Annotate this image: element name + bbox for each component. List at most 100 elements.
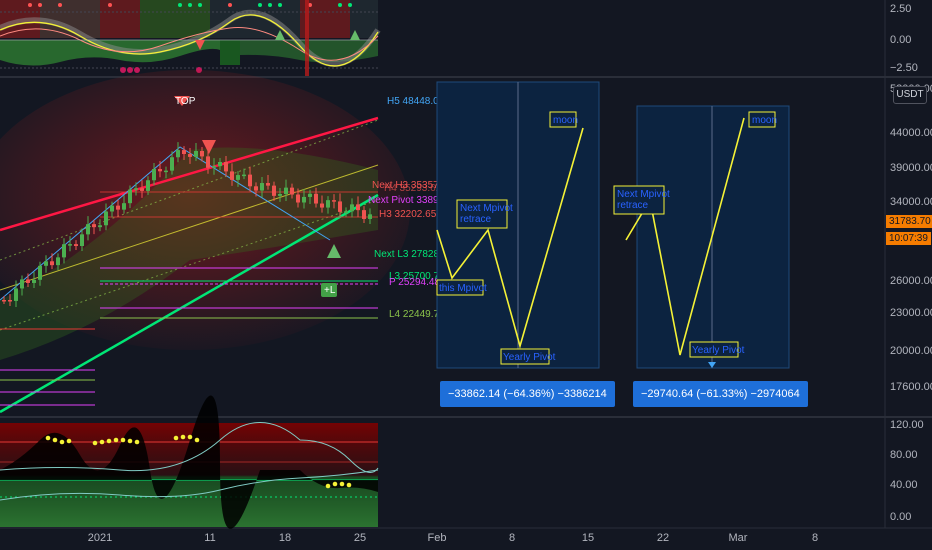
time-axis-tick: Feb bbox=[428, 532, 447, 544]
p2-moon-label: moon bbox=[752, 115, 777, 126]
candle-body bbox=[332, 200, 336, 202]
price-axis-tick: 23000.00 bbox=[890, 307, 932, 319]
candle-body bbox=[26, 279, 30, 283]
time-axis-tick: 11 bbox=[204, 532, 215, 544]
main-pane: TOP +L H5 48448.01 Next H3 35357.24 H4 3… bbox=[0, 70, 790, 414]
buy-marker-label: +L bbox=[324, 285, 336, 296]
projection1-measure-badge[interactable]: −33862.14 (−64.36%) −3386214 bbox=[440, 381, 615, 407]
candle-body bbox=[272, 185, 276, 196]
candle-body bbox=[116, 205, 120, 210]
candle-body bbox=[182, 150, 186, 155]
price-axis-tick: 20000.00 bbox=[890, 345, 932, 357]
projection-box-2[interactable]: moon Next Mpivot retrace Yearly Pivot bbox=[613, 105, 790, 369]
time-axis-tick: 18 bbox=[279, 532, 291, 544]
current-price-tag: 31783.70 bbox=[886, 215, 932, 228]
p1-yearly-pivot-label: Yearly Pivot bbox=[503, 352, 556, 363]
candle-body bbox=[236, 175, 240, 180]
bottom-axis-tick: 0.00 bbox=[890, 511, 911, 523]
projection-box-1[interactable]: moon Next Mpivot retrace this Mpivot Yea… bbox=[436, 81, 600, 369]
candle-body bbox=[104, 211, 108, 226]
p2-next-mpivot-line2: retrace bbox=[617, 200, 649, 211]
candle-body bbox=[254, 186, 258, 191]
candle-body bbox=[212, 166, 216, 168]
candle-body bbox=[38, 265, 42, 280]
candle-body bbox=[290, 187, 294, 195]
candle-body bbox=[68, 244, 72, 246]
candle-body bbox=[350, 204, 354, 212]
top-axis-tick: 0.00 bbox=[890, 34, 911, 46]
candle-body bbox=[86, 224, 90, 235]
top-oscillator-pane bbox=[0, 0, 381, 76]
candle-body bbox=[326, 200, 330, 208]
candle-body bbox=[80, 234, 84, 246]
bottom-axis-tick: 80.00 bbox=[890, 449, 918, 461]
candle-body bbox=[92, 224, 96, 228]
candle-body bbox=[158, 169, 162, 172]
p1-this-mpivot-label: this Mpivot bbox=[439, 283, 487, 294]
candle-body bbox=[140, 188, 144, 191]
candle-body bbox=[152, 169, 156, 181]
candle-body bbox=[8, 300, 12, 302]
candle-body bbox=[218, 162, 222, 167]
candle-body bbox=[14, 288, 18, 301]
candle-body bbox=[308, 193, 312, 197]
bottom-oscillator-pane bbox=[0, 395, 379, 529]
p1-next-mpivot-line1: Next Mpivot bbox=[460, 203, 513, 214]
candle-body bbox=[170, 157, 174, 171]
candle-body bbox=[278, 193, 282, 196]
projection2-measure-badge[interactable]: −29740.64 (−61.33%) −2974064 bbox=[633, 381, 808, 407]
price-axis-tick: 39000.00 bbox=[890, 162, 932, 174]
candle-body bbox=[44, 261, 48, 266]
candle-body bbox=[266, 183, 270, 186]
p2-yearly-pivot-label: Yearly Pivot bbox=[692, 345, 745, 356]
candle-body bbox=[206, 156, 210, 168]
candle-body bbox=[50, 261, 54, 266]
level-h3: H3 32202.65 bbox=[379, 209, 437, 220]
candle-body bbox=[74, 244, 78, 246]
candle-body bbox=[230, 171, 234, 180]
time-axis-tick: 15 bbox=[582, 532, 594, 544]
candle-body bbox=[32, 279, 36, 283]
level-h5: H5 48448.01 bbox=[387, 96, 445, 107]
candle-body bbox=[248, 174, 252, 187]
bottom-axis-tick: 40.00 bbox=[890, 479, 918, 491]
level-h4: H4 35293.62 bbox=[384, 183, 442, 194]
top-axis-tick: 2.50 bbox=[890, 3, 911, 15]
candle-body bbox=[188, 154, 192, 157]
top-marker-label: TOP bbox=[175, 96, 196, 107]
chart-canvas[interactable]: TOP +L H5 48448.01 Next H3 35357.24 H4 3… bbox=[0, 0, 932, 550]
candle-body bbox=[296, 194, 300, 203]
candle-body bbox=[134, 188, 138, 190]
candle-body bbox=[338, 201, 342, 212]
candle-body bbox=[194, 150, 198, 157]
candle-body bbox=[368, 214, 372, 219]
candle-body bbox=[314, 193, 318, 204]
candle-body bbox=[110, 205, 114, 212]
time-axis-tick: 8 bbox=[509, 532, 515, 544]
candle-body bbox=[176, 150, 180, 158]
candle-body bbox=[200, 150, 204, 157]
candle-body bbox=[284, 187, 288, 194]
candle-body bbox=[62, 244, 66, 258]
candle-body bbox=[98, 225, 102, 228]
price-axis-tick: 44000.00 bbox=[890, 127, 932, 139]
time-axis-tick: 22 bbox=[657, 532, 669, 544]
p2-next-mpivot-line1: Next Mpivot bbox=[617, 189, 670, 200]
candle-body bbox=[20, 279, 24, 289]
p1-moon-label: moon bbox=[553, 115, 578, 126]
candle-body bbox=[362, 210, 366, 219]
candle-body bbox=[224, 162, 228, 172]
level-p: P 25294.48 bbox=[389, 277, 440, 288]
candle-body bbox=[146, 180, 150, 191]
p1-next-mpivot-line2: retrace bbox=[460, 214, 492, 225]
time-axis-tick: 25 bbox=[354, 532, 366, 544]
candle-body bbox=[122, 203, 126, 210]
candle-body bbox=[56, 257, 60, 266]
countdown-timer-tag: 10:07:39 bbox=[886, 232, 931, 245]
candle-body bbox=[356, 204, 360, 211]
candle-body bbox=[260, 183, 264, 191]
currency-button[interactable]: USDT bbox=[893, 86, 927, 104]
price-axis-tick: 17600.00 bbox=[890, 381, 932, 393]
candle-body bbox=[164, 170, 168, 173]
price-axis-tick: 26000.00 bbox=[890, 275, 932, 287]
